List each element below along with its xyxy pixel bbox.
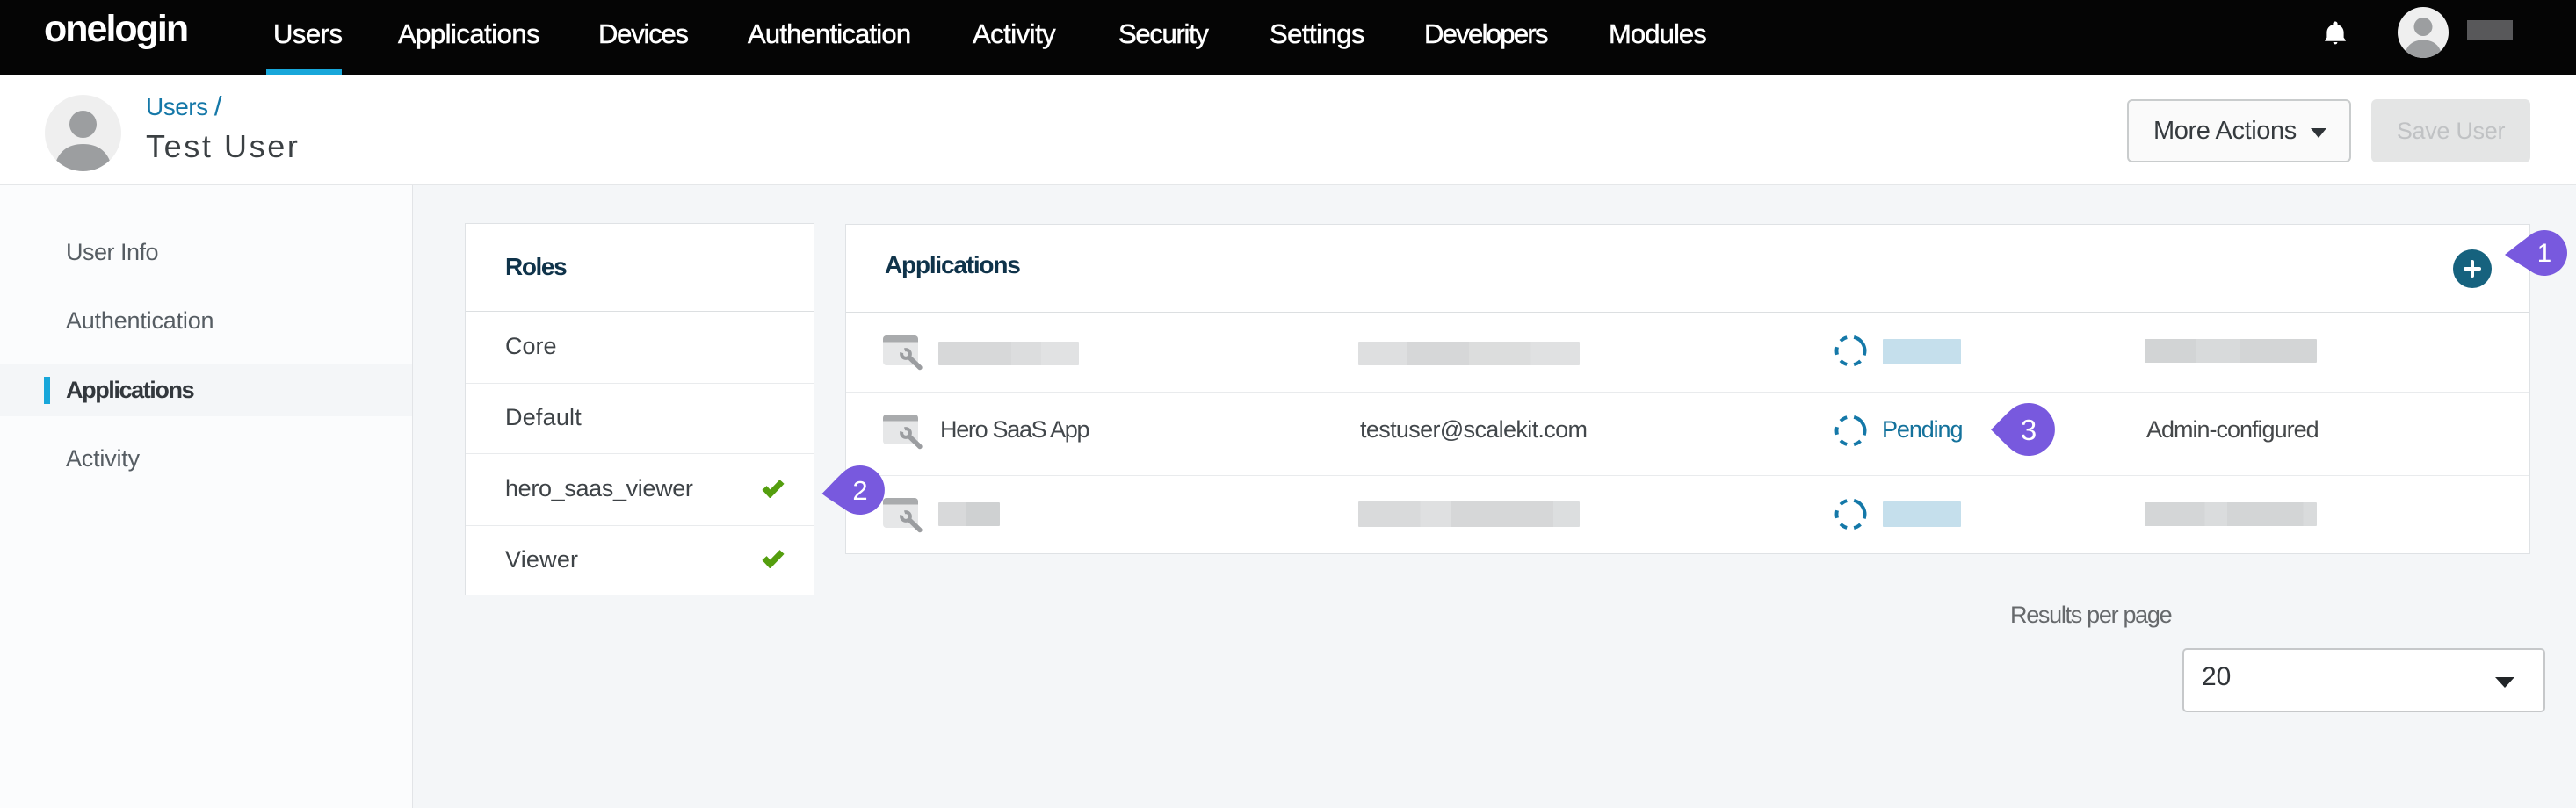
svg-text:3: 3 (2021, 414, 2037, 446)
svg-text:1: 1 (2537, 239, 2551, 268)
svg-text:2: 2 (852, 475, 867, 506)
